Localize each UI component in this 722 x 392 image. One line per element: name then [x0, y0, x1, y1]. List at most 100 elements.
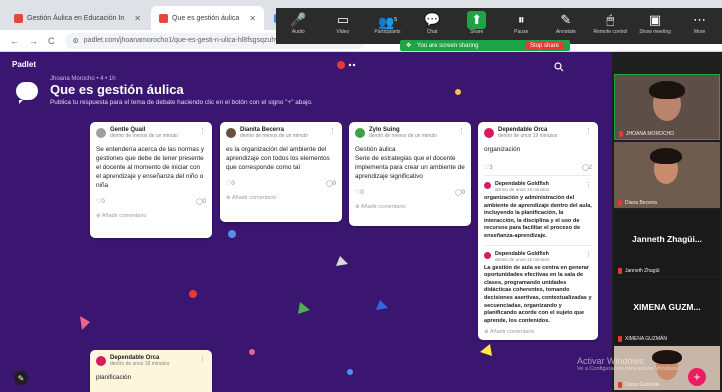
- like-button[interactable]: ♡3: [484, 164, 493, 171]
- participant-name: XIMENA GUZMÁN: [625, 336, 667, 342]
- post-card[interactable]: Gentle Quail dentro de menos de un minuto…: [90, 122, 212, 238]
- reload-icon[interactable]: C: [48, 36, 55, 46]
- post-footer: ♡0 ◯0: [226, 180, 336, 187]
- watermark-subtitle: Ve a Configuración para activar Windows.: [577, 366, 680, 372]
- button-label: Chat: [426, 29, 438, 35]
- forward-icon[interactable]: →: [29, 36, 38, 46]
- share-button[interactable]: ⬆ Share: [454, 11, 499, 35]
- browser-tab-active[interactable]: Que es gestión áulica ✕: [151, 6, 265, 30]
- more-options-icon[interactable]: ⋮: [329, 127, 336, 135]
- video-button[interactable]: ▭ Video: [321, 11, 366, 35]
- button-label: Share: [470, 29, 484, 35]
- add-post-button[interactable]: +: [688, 368, 706, 386]
- watermark-title: Activar Windows: [577, 356, 644, 366]
- add-comment-button[interactable]: ⊕ Añadir comentario: [355, 204, 465, 210]
- more-options-icon[interactable]: ⋮: [585, 181, 592, 189]
- like-count: 0: [231, 181, 235, 187]
- windows-activation-watermark: Activar Windows Ve a Configuración para a…: [577, 356, 679, 372]
- post-body: planificación: [96, 374, 132, 381]
- button-label: Annotate: [555, 29, 576, 35]
- post-card[interactable]: Zylo Suing dentro de menos de un minuto ⋮…: [349, 122, 471, 226]
- back-icon[interactable]: ←: [10, 36, 19, 46]
- comment-time: dentro de unos 19 minutos: [495, 187, 550, 192]
- add-comment-button[interactable]: ⊕ Añadir comentario: [96, 213, 206, 219]
- chat-button[interactable]: 💬 Chat: [410, 11, 455, 35]
- post-card[interactable]: Dependable Orca dentro de unos 19 minutos…: [478, 122, 598, 340]
- speech-bubble-icon: [16, 82, 38, 104]
- add-comment-label: Añadir comentario: [360, 204, 406, 210]
- participant-name-tile[interactable]: Janneth Zhagüi... Janneth Zhagüi: [614, 210, 720, 276]
- post-header: Dependable Orca dentro de unos 19 minutos…: [484, 127, 592, 139]
- show-meeting-button[interactable]: ▣ Show meeting: [633, 11, 678, 35]
- participant-hair: [649, 81, 685, 99]
- chat-icon: 💬: [423, 12, 441, 27]
- participant-label: Diana Becerra: [618, 200, 657, 206]
- annotate-button[interactable]: ✎ Annotate: [544, 11, 589, 35]
- share-icon: ⬆: [467, 11, 487, 29]
- page-subtitle: Publica tu respuesta para el tema de deb…: [50, 99, 313, 106]
- more-options-icon[interactable]: ⋮: [199, 355, 206, 363]
- search-icon[interactable]: [554, 62, 564, 72]
- like-button[interactable]: ♡0: [96, 198, 105, 205]
- participant-video-tile[interactable]: Diana Becerra: [614, 142, 720, 208]
- participant-label: XIMENA GUZMÁN: [618, 336, 667, 342]
- site-info-icon[interactable]: ⚙: [73, 37, 79, 45]
- like-count: 3: [489, 165, 493, 171]
- padlet-logo[interactable]: Padlet: [12, 60, 36, 69]
- comment-button[interactable]: ◯0: [196, 198, 206, 205]
- post-body: organización: [484, 146, 521, 153]
- mic-muted-icon: [618, 268, 622, 274]
- post-footer: ♡0 ◯0: [355, 189, 465, 196]
- participant-name: JHOANA MOROCHO: [626, 131, 675, 137]
- avatar: [96, 128, 106, 138]
- remote-control-button[interactable]: 🖱 Remote control: [588, 11, 633, 35]
- avatar: [484, 182, 491, 189]
- more-options-icon[interactable]: ⋮: [199, 127, 206, 135]
- add-comment-button[interactable]: ⊕ Añadir comentario: [484, 329, 592, 335]
- comment-item: Dependable Goldfish dentro de unos 19 min…: [484, 175, 592, 241]
- comment-button[interactable]: ◯0: [326, 180, 336, 187]
- browser-tab[interactable]: Gestión Áulica en Educación In ✕: [6, 6, 149, 30]
- url-text: padlet.com/jhoanamorocho1/que-es-gesti-n…: [83, 37, 283, 44]
- padlet-board: Padlet Jhoana Morocho • 4 • 1h Que es ge…: [0, 52, 612, 392]
- post-card[interactable]: Dependable Orca dentro de unos 18 minutos…: [90, 350, 212, 392]
- meeting-toolbar: 🎤 Audio ▭ Video 👥5 Participants 💬 Chat ⬆ Shar…: [276, 8, 722, 44]
- like-button[interactable]: ♡0: [355, 189, 364, 196]
- post-card[interactable]: Dianita Becerra dentro de menos de un min…: [220, 122, 342, 222]
- post-time: dentro de menos de un minuto: [110, 133, 178, 139]
- participants-button[interactable]: 👥5 Participants: [365, 11, 410, 35]
- more-options-icon[interactable]: ⋮: [585, 251, 592, 259]
- post-time: dentro de unos 19 minutos: [498, 133, 558, 139]
- more-button[interactable]: ⋯ More: [677, 11, 722, 35]
- more-options-icon[interactable]: ⋮: [458, 127, 465, 135]
- post-footer: ♡0 ◯0: [96, 198, 206, 205]
- like-count: 0: [101, 199, 105, 205]
- tab-favicon-icon: [14, 13, 23, 23]
- participant-display-name: Janneth Zhagüi...: [632, 234, 702, 244]
- add-comment-button[interactable]: ⊕ Añadir comentario: [226, 195, 336, 201]
- audio-button[interactable]: 🎤 Audio: [276, 11, 321, 35]
- comment-button[interactable]: ◯2: [582, 164, 592, 171]
- edit-pencil-icon[interactable]: ✎: [14, 371, 28, 385]
- post-header: Gentle Quail dentro de menos de un minuto…: [96, 127, 206, 139]
- comment-count: 0: [332, 181, 336, 187]
- pause-button[interactable]: ⏸ Pause: [499, 11, 544, 35]
- participant-video-tile[interactable]: JHOANA MOROCHO: [614, 74, 720, 140]
- post-header: Dianita Becerra dentro de menos de un min…: [226, 127, 336, 139]
- more-options-icon[interactable]: ⋮: [585, 127, 592, 135]
- participant-label: Diana Gabrielle: [618, 382, 659, 388]
- reaction-icon[interactable]: [336, 60, 358, 70]
- mouse-icon: 🖱: [606, 12, 615, 27]
- mic-muted-icon: [619, 131, 623, 137]
- participant-name-tile[interactable]: XIMENA GUZM... XIMENA GUZMÁN: [614, 278, 720, 344]
- participant-display-name: XIMENA GUZM...: [633, 302, 701, 312]
- avatar: [96, 356, 106, 366]
- like-button[interactable]: ♡0: [226, 180, 235, 187]
- sharing-text: You are screen sharing: [417, 42, 479, 49]
- stop-share-button[interactable]: Stop share: [524, 41, 564, 50]
- comment-button[interactable]: ◯0: [455, 189, 465, 196]
- close-icon[interactable]: ✕: [134, 14, 141, 23]
- close-icon[interactable]: ✕: [249, 14, 256, 23]
- participant-hair: [650, 148, 682, 164]
- post-body: Se entendería acerca de las normas y ges…: [96, 146, 204, 189]
